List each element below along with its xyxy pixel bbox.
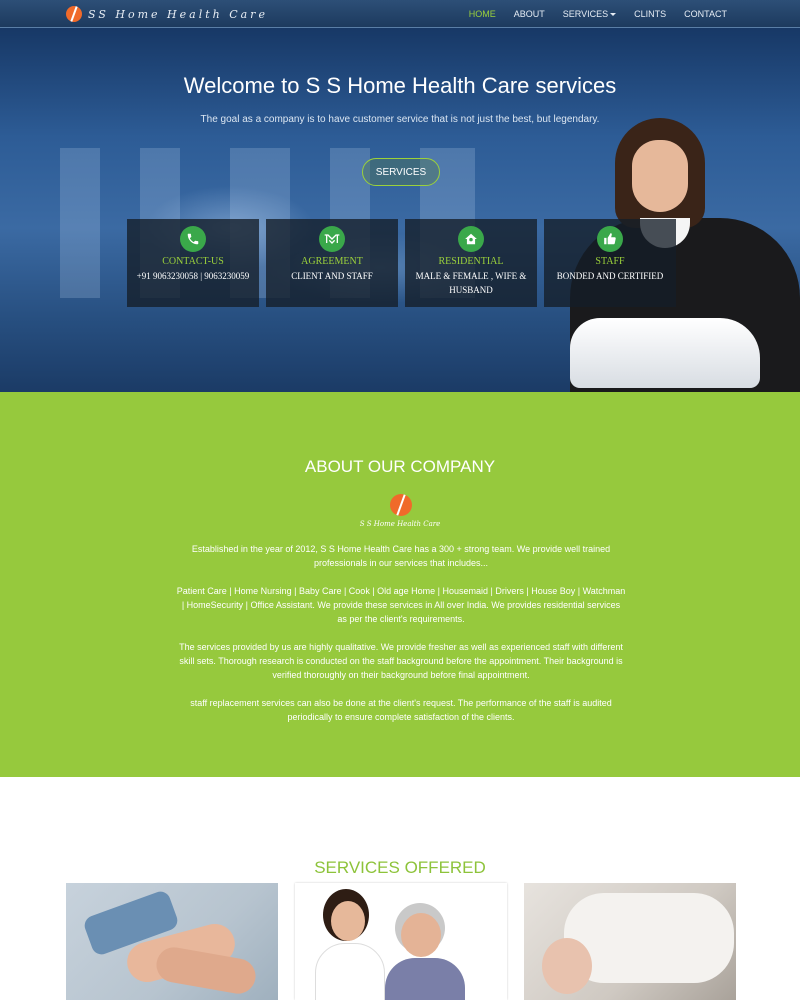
card-text: MALE & FEMALE , WIFE & HUSBAND [415,271,527,295]
card-residential[interactable]: RESIDENTIAL MALE & FEMALE , WIFE & HUSBA… [405,219,537,307]
company-logo-text: S S Home Health Care [359,520,441,528]
caret-down-icon [610,13,617,17]
card-text: CLIENT AND STAFF [291,271,373,281]
service-image-baby-care[interactable] [524,883,736,1000]
about-paragraph: Patient Care | Home Nursing | Baby Care … [176,586,626,624]
company-logo-icon [390,494,412,516]
about-body: Established in the year of 2012, S S Hom… [176,542,626,738]
brand-text: SS Home Health Care [88,7,268,21]
service-image-elderly-care[interactable] [295,883,507,1000]
card-title: CONTACT-US [162,256,224,267]
nav-services[interactable]: SERVICES [554,9,625,19]
nav-about[interactable]: ABOUT [505,9,554,19]
about-paragraph: The services provided by us are highly q… [179,642,623,680]
services-title: SERVICES OFFERED [314,858,486,877]
phone-icon [180,226,206,252]
card-agreement[interactable]: AGREEMENT CLIENT AND STAFF [266,219,398,307]
home-icon [458,226,484,252]
card-contact-us[interactable]: CONTACT-US +91 9063230058 | 9063230059 [127,219,259,307]
card-title: STAFF [595,256,625,267]
handshake-icon [319,226,345,252]
about-section: ABOUT OUR COMPANY S S Home Health Care E… [0,392,800,777]
card-text: +91 9063230058 | 9063230059 [136,271,250,281]
hero-subtitle: The goal as a company is to have custome… [200,114,600,125]
brand-logo-icon [66,6,82,22]
service-image-patient-care[interactable] [66,883,278,1000]
background-window [60,148,100,298]
nav-contact[interactable]: CONTACT [675,9,736,19]
card-title: RESIDENTIAL [438,256,504,267]
card-text: BONDED AND CERTIFIED [556,271,664,281]
info-cards: CONTACT-US +91 9063230058 | 9063230059 A… [127,219,676,307]
card-staff[interactable]: STAFF BONDED AND CERTIFIED [544,219,676,307]
nav-home[interactable]: HOME [460,9,505,19]
about-title: ABOUT OUR COMPANY [304,457,496,476]
about-paragraph: Established in the year of 2012, S S Hom… [191,544,611,568]
navbar: SS Home Health Care HOME ABOUT SERVICES … [0,0,800,28]
about-paragraph: staff replacement services can also be d… [190,698,612,722]
services-button[interactable]: SERVICES [362,158,440,186]
hero-title: Welcome to S S Home Health Care services [183,73,617,98]
thumbs-up-icon [597,226,623,252]
hero-banner: Welcome to S S Home Health Care services… [0,28,800,392]
nav-services-label: SERVICES [562,9,609,19]
nav-links: HOME ABOUT SERVICES CLINTS CONTACT [460,0,736,28]
nav-clients[interactable]: CLINTS [625,9,675,19]
brand[interactable]: SS Home Health Care [66,6,268,22]
card-title: AGREEMENT [301,256,363,267]
